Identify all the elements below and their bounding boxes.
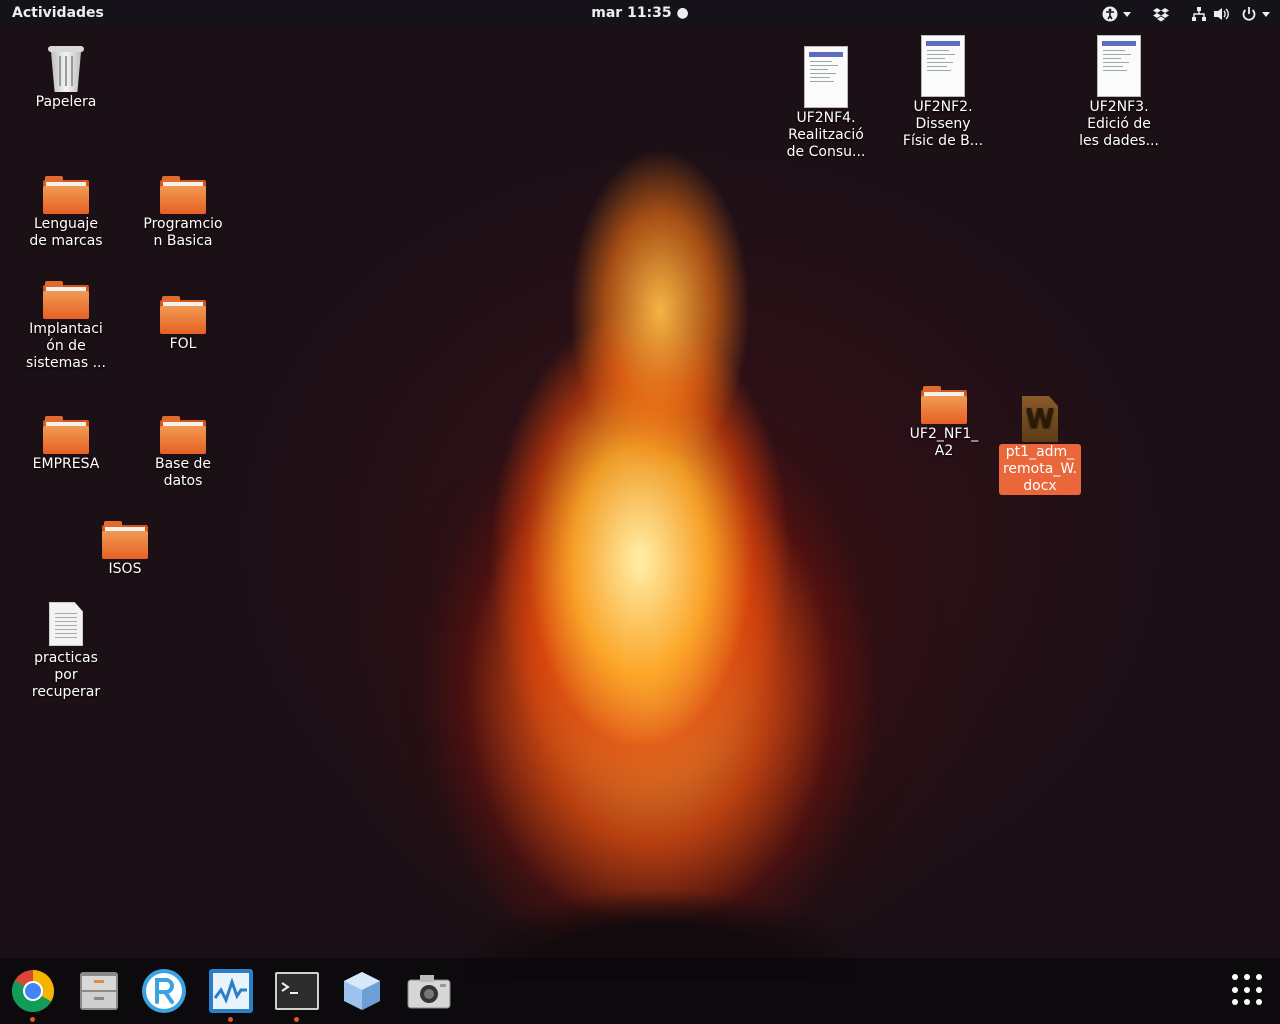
folder-icon	[160, 296, 206, 334]
desktop-icon-uf2nf2[interactable]: UF2NF2. Disseny Físic de B...	[893, 35, 993, 150]
desktop-icon-label: UF2NF4. Realització de Consu...	[786, 110, 866, 160]
desktop-icon-label: ISOS	[108, 561, 142, 577]
running-indicator	[228, 1017, 233, 1022]
document-thumbnail-icon	[804, 46, 848, 108]
desktop-icon-label: EMPRESA	[32, 456, 100, 472]
document-thumbnail-icon	[921, 35, 965, 97]
desktop-icon-uf2-nf1-a2[interactable]: UF2_NF1_ A2	[894, 386, 994, 460]
accessibility-icon	[1102, 6, 1118, 22]
accessibility-menu[interactable]	[1102, 4, 1131, 24]
desktop-icon-label: Implantaci ón de sistemas ...	[26, 321, 106, 371]
chrome-icon	[11, 970, 55, 1013]
text-document-icon	[49, 602, 83, 646]
clock-button[interactable]: mar 11:35 ●	[591, 5, 688, 21]
remmina-icon	[142, 969, 186, 1013]
desktop-icon-implantacion[interactable]: Implantaci ón de sistemas ...	[16, 281, 116, 372]
desktop-icon-pt1-adm-remota[interactable]: W pt1_adm_ remota_W. docx	[990, 396, 1090, 495]
folder-icon	[160, 416, 206, 454]
system-menu[interactable]	[1191, 4, 1270, 24]
desktop-icon-label: Base de datos	[154, 456, 212, 489]
desktop-icon-label: FOL	[169, 336, 197, 352]
volume-icon	[1214, 8, 1229, 20]
desktop-icon-label: Programcio n Basica	[143, 216, 223, 249]
dock-system-monitor[interactable]	[207, 968, 255, 1022]
document-thumbnail-icon	[1097, 35, 1141, 97]
activities-button[interactable]: Actividades	[12, 5, 104, 21]
clock-container: mar 11:35 ●	[0, 5, 1280, 21]
folder-icon	[160, 176, 206, 214]
desktop-icon-label: practicas por recuperar	[31, 650, 101, 700]
folder-icon	[43, 281, 89, 319]
desktop-icon-label: UF2NF3. Edició de les dades...	[1079, 99, 1159, 149]
desktop-icon-label: Lenguaje de marcas	[29, 216, 103, 249]
system-tray	[1094, 3, 1270, 25]
trash-icon	[48, 46, 84, 92]
running-indicator	[294, 1017, 299, 1022]
folder-icon	[921, 386, 967, 424]
desktop-icon-uf2nf4[interactable]: UF2NF4. Realització de Consu...	[776, 46, 876, 161]
top-bar: Actividades mar 11:35 ●	[0, 0, 1280, 27]
desktop-icon-label: Papelera	[35, 94, 97, 110]
desktop-icon-programacion-basica[interactable]: Programcio n Basica	[133, 176, 233, 250]
screenshot-icon	[407, 975, 451, 1009]
word-document-icon: W	[1022, 396, 1058, 442]
show-applications-button[interactable]	[1232, 974, 1264, 1006]
desktop-icon-practicas[interactable]: practicas por recuperar	[16, 602, 116, 701]
dock-terminal[interactable]	[273, 968, 321, 1022]
folder-icon	[102, 521, 148, 559]
power-icon	[1242, 7, 1256, 21]
desktop-icon-trash[interactable]: Papelera	[16, 46, 116, 111]
dock-files[interactable]	[75, 968, 123, 1014]
desktop-icon-uf2nf3[interactable]: UF2NF3. Edició de les dades...	[1069, 35, 1169, 150]
desktop-icon-label: UF2NF2. Disseny Físic de B...	[902, 99, 984, 149]
virtualbox-icon	[344, 972, 380, 1010]
desktop-icon-fol[interactable]: FOL	[133, 296, 233, 353]
desktop-icon-label: pt1_adm_ remota_W. docx	[999, 444, 1081, 495]
dock-remmina[interactable]	[140, 968, 188, 1014]
folder-icon	[43, 176, 89, 214]
desktop-icon-empresa[interactable]: EMPRESA	[16, 416, 116, 473]
terminal-icon	[275, 972, 319, 1010]
folder-icon	[43, 416, 89, 454]
dock-virtualbox[interactable]	[338, 968, 386, 1014]
dock	[0, 958, 1280, 1024]
desktop-icon-lenguaje-de-marcas[interactable]: Lenguaje de marcas	[16, 176, 116, 250]
desktop-icon-isos[interactable]: ISOS	[75, 521, 175, 578]
chevron-down-icon	[1262, 11, 1270, 17]
system-monitor-icon	[209, 969, 253, 1013]
network-icon	[1192, 7, 1206, 21]
desktop-icon-label: UF2_NF1_ A2	[909, 426, 979, 459]
dropbox-indicator[interactable]	[1153, 4, 1169, 24]
dock-screenshot[interactable]	[405, 968, 453, 1014]
desktop-icon-base-de-datos[interactable]: Base de datos	[133, 416, 233, 490]
dropbox-icon	[1153, 8, 1169, 22]
dock-chrome[interactable]	[9, 968, 57, 1022]
chevron-down-icon	[1123, 11, 1131, 17]
files-icon	[80, 972, 118, 1010]
running-indicator	[30, 1017, 35, 1022]
